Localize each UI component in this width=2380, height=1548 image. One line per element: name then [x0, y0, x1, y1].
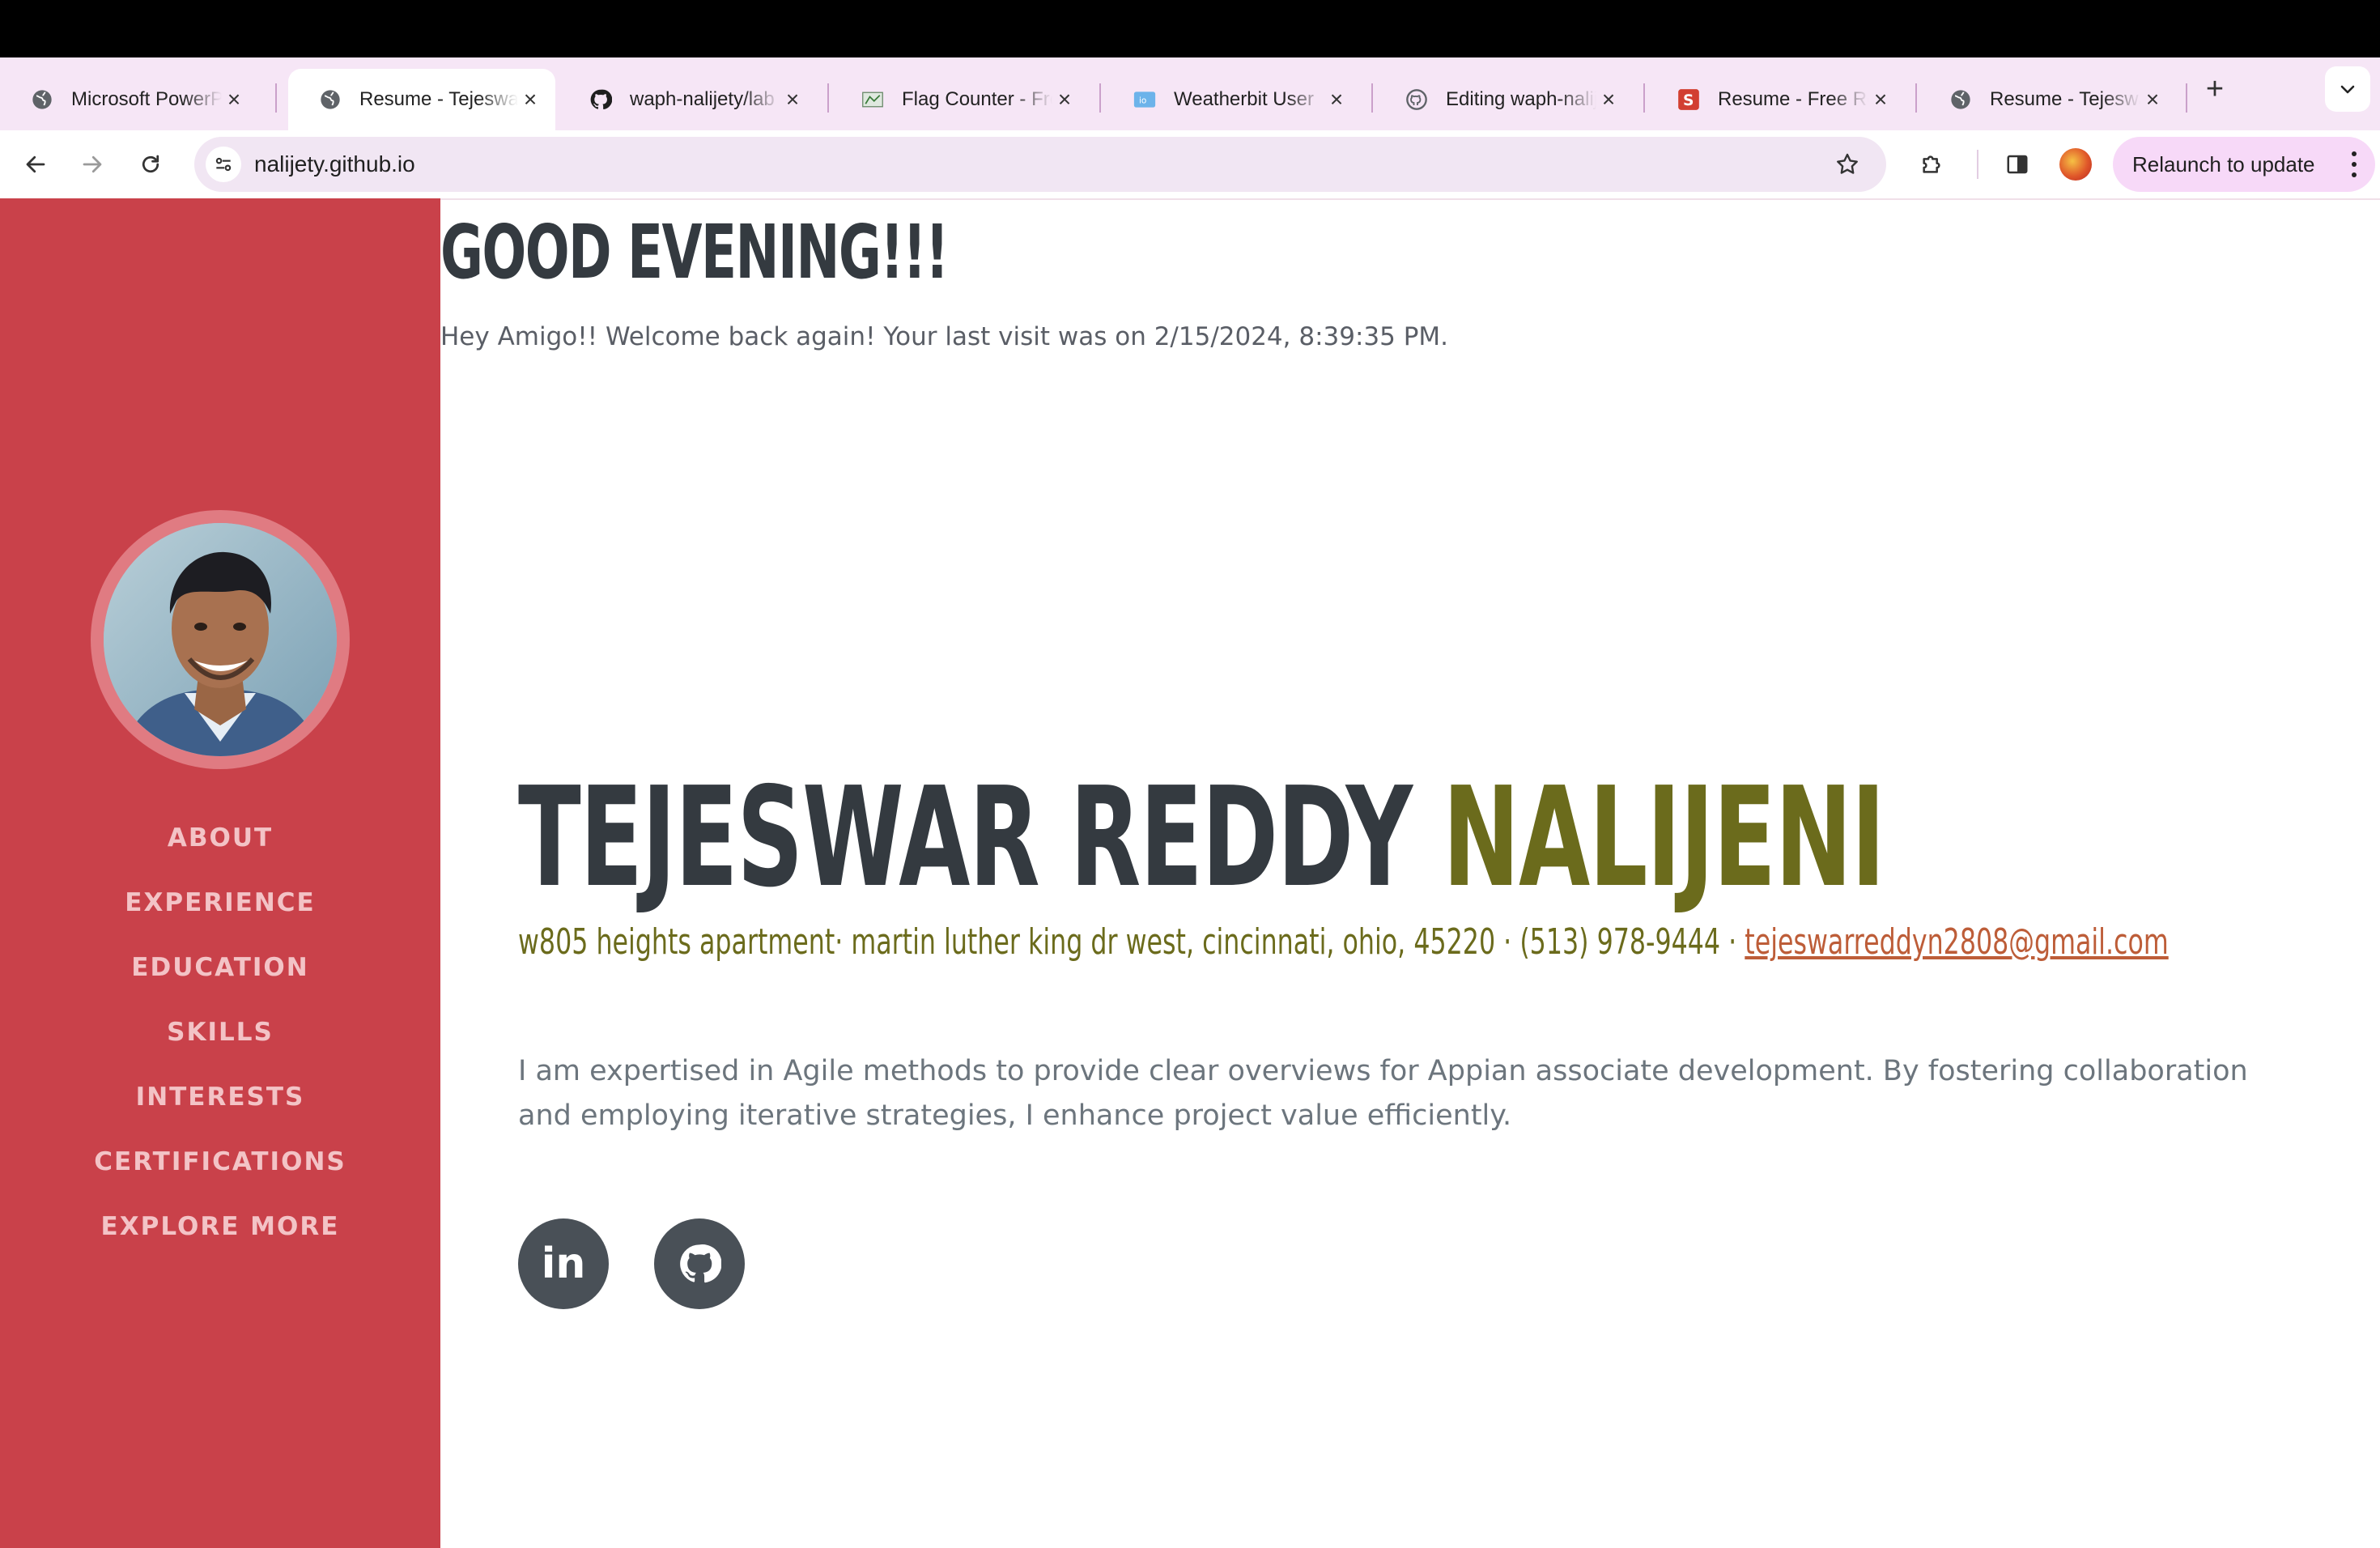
profile-photo: [104, 523, 337, 756]
forward-button[interactable]: [74, 147, 110, 182]
linkedin-icon: in: [541, 1240, 586, 1288]
tab-divider: [2186, 83, 2187, 113]
nav-interests[interactable]: INTERESTS: [0, 1065, 440, 1129]
star-icon: [1837, 153, 1858, 174]
close-icon[interactable]: ×: [2140, 87, 2165, 112]
tab-title: Editing waph-nalijety: [1446, 88, 1596, 110]
toolbar-divider: [1977, 150, 1978, 179]
nav-certifications[interactable]: CERTIFICATIONS: [0, 1129, 440, 1194]
tab-weatherbit-user[interactable]: io Weatherbit User ×: [1103, 69, 1362, 130]
greeting-heading: GOOD EVENING!!!: [440, 209, 949, 296]
reload-icon: [142, 155, 159, 173]
tab-resume-tejeswar[interactable]: Resume - Tejeswar ×: [1919, 69, 2178, 130]
bookmark-star-button[interactable]: [1830, 147, 1865, 182]
nav-education[interactable]: EDUCATION: [0, 935, 440, 1000]
globe-icon: [319, 88, 342, 111]
close-icon[interactable]: ×: [1868, 87, 1893, 112]
relaunch-label: Relaunch to update: [2132, 151, 2315, 176]
tab-divider: [1643, 83, 1645, 113]
tab-title: waph-nalijety/lab: [630, 88, 775, 110]
tab-editing-waph-nalijety[interactable]: Editing waph-nalijety ×: [1375, 69, 1634, 130]
svg-text:S: S: [1683, 92, 1694, 109]
linkedin-button[interactable]: in: [518, 1218, 609, 1309]
sidebar-nav: ABOUT EXPERIENCE EDUCATION SKILLS INTERE…: [0, 806, 440, 1259]
tab-divider: [1099, 83, 1101, 113]
sidebar: ABOUT EXPERIENCE EDUCATION SKILLS INTERE…: [0, 198, 440, 1548]
globe-icon: [31, 88, 53, 111]
close-icon[interactable]: ×: [1596, 87, 1621, 112]
browser-toolbar: nalijety.github.io Relaunch to update: [0, 130, 2380, 200]
menu-kebab-icon: [2351, 151, 2357, 177]
side-panel-icon: [2007, 155, 2028, 174]
extensions-button[interactable]: [1914, 147, 1949, 182]
reload-button[interactable]: [133, 147, 168, 182]
tab-title: Resume - Tejeswar: [359, 88, 518, 110]
tab-divider: [1371, 83, 1373, 113]
tab-resume-tejeswar-active[interactable]: Resume - Tejeswar ×: [288, 69, 555, 130]
weatherbit-icon: io: [1133, 88, 1156, 111]
tab-title: Resume - Tejeswar: [1990, 88, 2140, 110]
tab-title: Flag Counter - Free: [902, 88, 1052, 110]
tab-flag-counter[interactable]: Flag Counter - Free ×: [831, 69, 1090, 130]
url-text[interactable]: nalijety.github.io: [254, 137, 415, 192]
about-summary: I am expertised in Agile methods to prov…: [518, 1055, 2248, 1132]
close-icon[interactable]: ×: [1324, 87, 1349, 112]
close-icon[interactable]: ×: [518, 87, 542, 112]
tab-resume-free-resume[interactable]: S Resume - Free Resume ×: [1647, 69, 1906, 130]
back-button[interactable]: [18, 147, 53, 182]
tab-waph-nalijety-lab[interactable]: waph-nalijety/lab ×: [559, 69, 818, 130]
nav-explore-more[interactable]: EXPLORE MORE: [0, 1194, 440, 1259]
svg-text:io: io: [1139, 96, 1146, 105]
nav-skills[interactable]: SKILLS: [0, 1000, 440, 1065]
last-visit-message: Hey Amigo!! Welcome back again! Your las…: [440, 322, 1449, 351]
tune-icon: [215, 157, 232, 172]
contact-line: w805 heights apartment· martin luther ki…: [518, 920, 2169, 965]
address-text: w805 heights apartment· martin luther ki…: [518, 921, 1745, 963]
tab-title: Microsoft PowerPoint: [71, 88, 222, 110]
tab-divider: [1915, 83, 1917, 113]
arrow-left-icon: [26, 155, 45, 173]
tab-title: Weatherbit User: [1174, 88, 1314, 110]
os-menu-bar: [0, 0, 2380, 57]
github-icon: [589, 88, 612, 111]
close-icon[interactable]: ×: [1052, 87, 1077, 112]
github-button[interactable]: [654, 1218, 745, 1309]
name-last: NALIJENI: [1443, 758, 1885, 918]
email-link[interactable]: tejeswarreddyn2808@gmail.com: [1745, 921, 2168, 963]
github-icon: [680, 1244, 721, 1283]
address-bar[interactable]: nalijety.github.io: [194, 137, 1886, 192]
close-icon[interactable]: ×: [780, 87, 805, 112]
profile-photo-frame: [91, 510, 350, 769]
new-tab-button[interactable]: +: [2197, 71, 2233, 107]
flag-counter-icon: [861, 88, 884, 111]
tab-search-button[interactable]: [2325, 66, 2370, 112]
puzzle-icon: [1923, 155, 1940, 173]
chevron-down-icon: [2340, 85, 2355, 94]
relaunch-to-update-button[interactable]: Relaunch to update: [2113, 137, 2375, 192]
close-icon[interactable]: ×: [222, 87, 246, 112]
tab-strip: Microsoft PowerPoint × Resume - Tejeswar…: [0, 57, 2380, 130]
site-info-button[interactable]: [206, 147, 241, 182]
side-panel-button[interactable]: [2000, 147, 2035, 182]
arrow-right-icon: [83, 155, 102, 173]
resume-name: TEJESWAR REDDY NALIJENI: [518, 761, 1885, 915]
globe-icon: [1949, 88, 1972, 111]
name-first: TEJESWAR REDDY: [518, 758, 1413, 918]
tab-microsoft-powerpoint[interactable]: Microsoft PowerPoint ×: [0, 69, 259, 130]
s-logo-icon: S: [1677, 88, 1700, 111]
profile-avatar[interactable]: [2059, 148, 2092, 181]
tab-title: Resume - Free Resume: [1718, 88, 1868, 110]
nav-about[interactable]: ABOUT: [0, 806, 440, 870]
github-outline-icon: [1405, 88, 1428, 111]
nav-experience[interactable]: EXPERIENCE: [0, 870, 440, 935]
tab-divider: [275, 83, 277, 113]
tab-divider: [827, 83, 829, 113]
